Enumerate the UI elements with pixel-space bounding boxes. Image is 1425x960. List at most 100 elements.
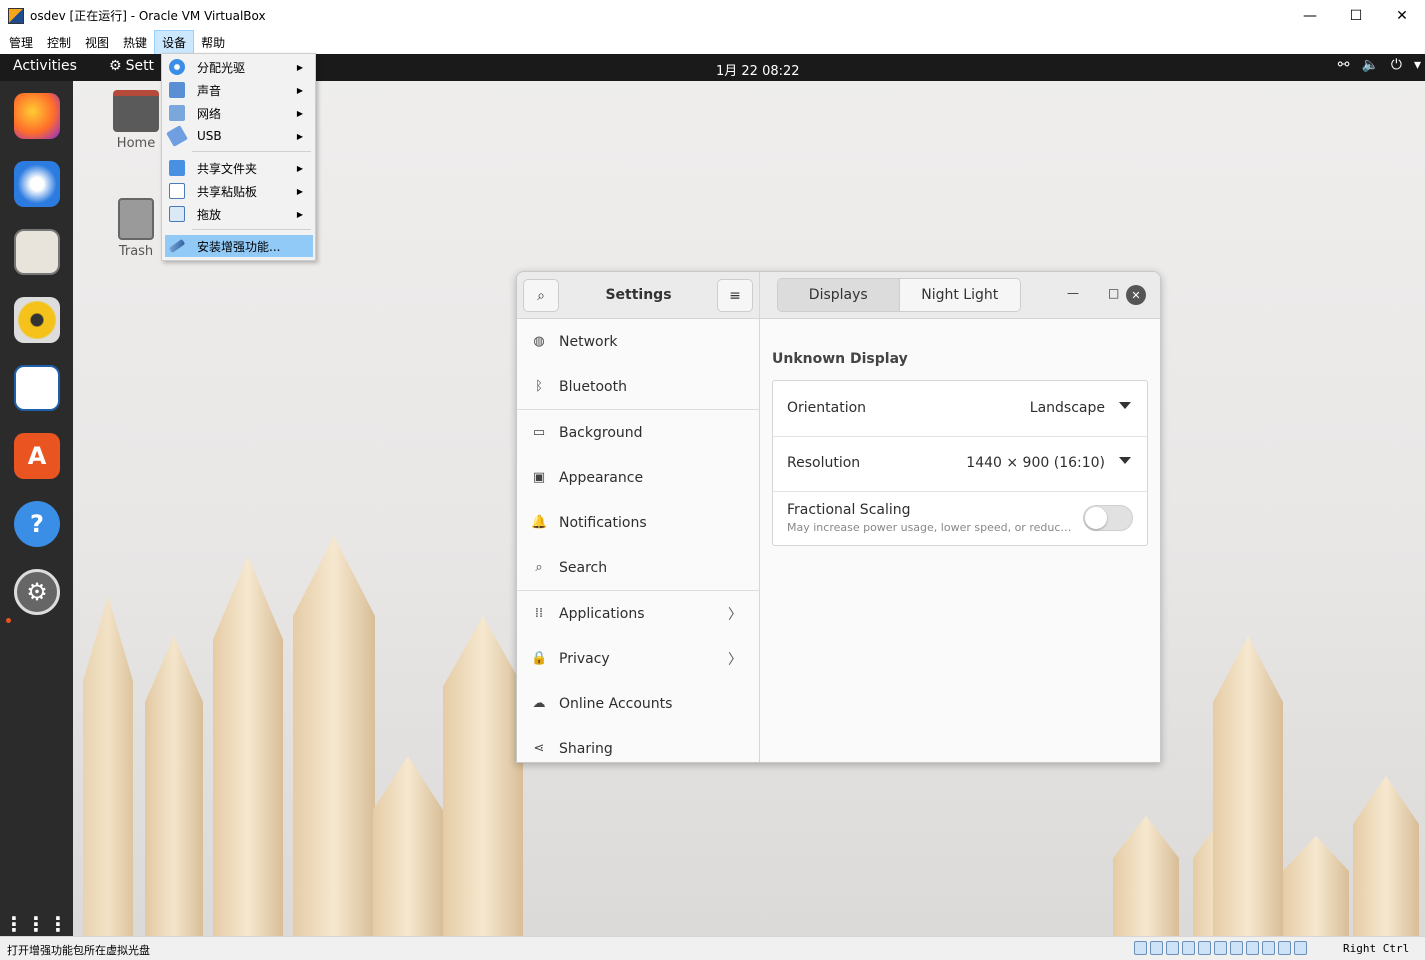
usb-icon xyxy=(166,125,188,147)
appearance-icon: ▣ xyxy=(532,470,546,485)
menu-view[interactable]: 视图 xyxy=(78,31,116,54)
network-icon[interactable] xyxy=(1182,941,1195,955)
drag-drop-icon xyxy=(169,206,185,222)
menu-devices[interactable]: 设备 xyxy=(154,30,195,55)
network-icon xyxy=(169,105,185,121)
menu-manage[interactable]: 管理 xyxy=(2,31,40,54)
menu-hotkeys[interactable]: 热键 xyxy=(116,31,154,54)
ubuntu-dock: A ? ⚙ ⋮⋮⋮ xyxy=(0,81,73,936)
display-icon[interactable] xyxy=(1230,941,1243,955)
menu-item-label: 拖放 xyxy=(197,207,222,222)
resolution-label: Resolution xyxy=(787,455,861,471)
thunderbird-icon[interactable] xyxy=(14,161,60,207)
menu-item-optical-drive[interactable]: 分配光驱 ▶ xyxy=(165,56,313,78)
sidebar-item-bluetooth[interactable]: ᛒ Bluetooth xyxy=(517,364,760,409)
sidebar-item-search[interactable]: ⌕ Search xyxy=(517,545,760,590)
trash-icon xyxy=(118,198,154,240)
orientation-value: Landscape xyxy=(1029,400,1105,416)
tab-night-light[interactable]: Night Light xyxy=(899,279,1020,311)
menu-separator xyxy=(192,151,311,152)
sidebar-item-appearance[interactable]: ▣ Appearance xyxy=(517,455,760,500)
desktop-trash-label: Trash xyxy=(118,244,154,259)
menu-item-usb[interactable]: USB ▶ xyxy=(165,125,313,147)
settings-icon[interactable]: ⚙ xyxy=(14,569,60,615)
submenu-arrow-icon: ▶ xyxy=(296,131,303,141)
chevron-down-icon[interactable]: ▾ xyxy=(1414,57,1421,73)
writer-icon[interactable] xyxy=(14,365,60,411)
menu-item-install-guest-additions[interactable]: 安装增强功能... xyxy=(165,235,313,257)
activities-button[interactable]: Activities xyxy=(13,58,77,74)
window-close-button[interactable]: ✕ xyxy=(1126,285,1146,305)
sidebar-item-label: Applications xyxy=(559,605,645,622)
submenu-arrow-icon: ▶ xyxy=(296,85,303,95)
resolution-row[interactable]: Resolution 1440 × 900 (16:10) xyxy=(773,436,1147,491)
sidebar-item-label: Bluetooth xyxy=(559,378,627,395)
settings-main-header: Displays Night Light — □ ✕ xyxy=(760,272,1160,319)
menu-item-shared-clipboard[interactable]: 共享粘贴板 ▶ xyxy=(165,180,313,202)
volume-icon[interactable]: 🔈 xyxy=(1361,57,1378,73)
clipboard-icon xyxy=(169,183,185,199)
sidebar-item-notifications[interactable]: 🔔 Notifications xyxy=(517,500,760,545)
cpu-icon[interactable] xyxy=(1262,941,1275,955)
clock[interactable]: 1月 22 08:22 xyxy=(716,60,800,79)
menu-item-shared-folders[interactable]: 共享文件夹 ▶ xyxy=(165,157,313,179)
show-apps-icon[interactable]: ⋮⋮⋮ xyxy=(4,901,68,936)
rhythmbox-icon[interactable] xyxy=(14,297,60,343)
keyboard-icon[interactable] xyxy=(1294,941,1307,955)
sidebar-item-background[interactable]: ▭ Background xyxy=(517,410,760,455)
menu-item-audio[interactable]: 声音 ▶ xyxy=(165,79,313,101)
fractional-scaling-toggle[interactable] xyxy=(1083,505,1133,531)
audio-icon xyxy=(169,82,185,98)
orientation-row[interactable]: Orientation Landscape xyxy=(773,381,1147,436)
settings-window: ⌕ Settings ≡ Displays Night Light — □ ✕ … xyxy=(516,271,1161,763)
lock-icon: 🔒 xyxy=(531,651,548,666)
optical-drive-icon xyxy=(169,59,185,75)
software-icon[interactable]: A xyxy=(14,433,60,479)
close-button[interactable]: ✕ xyxy=(1379,0,1425,31)
network-icon[interactable]: ⚯ xyxy=(1338,57,1350,73)
audio-icon[interactable] xyxy=(1166,941,1179,955)
sidebar-item-label: Sharing xyxy=(559,740,613,757)
minimize-button[interactable]: — xyxy=(1287,0,1333,31)
displays-panel: Unknown Display Orientation Landscape Re… xyxy=(760,319,1160,762)
maximize-button[interactable]: ☐ xyxy=(1333,0,1379,31)
chevron-right-icon: 〉 xyxy=(728,651,742,668)
menu-help[interactable]: 帮助 xyxy=(194,31,232,54)
sidebar-item-label: Network xyxy=(559,333,618,350)
recording-icon[interactable] xyxy=(1246,941,1259,955)
sidebar-item-label: Online Accounts xyxy=(559,695,673,712)
desktop-home-label: Home xyxy=(116,136,156,151)
desktop-home[interactable]: Home xyxy=(106,90,166,151)
menu-item-drag-drop[interactable]: 拖放 ▶ xyxy=(165,203,313,225)
submenu-arrow-icon: ▶ xyxy=(296,108,303,118)
shared-folder-icon[interactable] xyxy=(1214,941,1227,955)
tab-displays[interactable]: Displays xyxy=(778,279,900,311)
chevron-right-icon: 〉 xyxy=(728,606,742,623)
power-icon[interactable]: ⏻ xyxy=(1391,57,1402,73)
window-maximize-button[interactable]: □ xyxy=(1108,286,1119,300)
sidebar-item-privacy[interactable]: 🔒 Privacy 〉 xyxy=(517,636,760,681)
sidebar-item-sharing[interactable]: ⋖ Sharing xyxy=(517,726,760,762)
sidebar-item-applications[interactable]: ⁞⁞ Applications 〉 xyxy=(517,591,760,636)
mouse-integration-icon[interactable] xyxy=(1278,941,1291,955)
menu-control[interactable]: 控制 xyxy=(40,31,78,54)
sidebar-item-network[interactable]: ◍ Network xyxy=(517,319,760,364)
app-menu[interactable]: ⚙ Sett xyxy=(109,58,154,74)
help-icon[interactable]: ? xyxy=(14,501,60,547)
hamburger-button[interactable]: ≡ xyxy=(717,279,753,312)
window-minimize-button[interactable]: — xyxy=(1067,286,1079,300)
optical-drive-icon[interactable] xyxy=(1150,941,1163,955)
firefox-icon[interactable] xyxy=(14,93,60,139)
menu-item-label: 声音 xyxy=(197,83,222,98)
sidebar-item-label: Privacy xyxy=(559,650,610,667)
system-tray[interactable]: ⚯ 🔈 ⏻ ▾ xyxy=(1338,57,1421,73)
fractional-scaling-row: Fractional Scaling May increase power us… xyxy=(773,491,1147,546)
bluetooth-icon: ᛒ xyxy=(535,379,543,394)
desktop-trash[interactable]: Trash xyxy=(106,198,166,259)
fractional-scaling-label: Fractional Scaling xyxy=(787,502,911,518)
hard-disk-icon[interactable] xyxy=(1134,941,1147,955)
usb-icon[interactable] xyxy=(1198,941,1211,955)
files-icon[interactable] xyxy=(14,229,60,275)
sidebar-item-online-accounts[interactable]: ☁ Online Accounts xyxy=(517,681,760,726)
menu-item-network[interactable]: 网络 ▶ xyxy=(165,102,313,124)
